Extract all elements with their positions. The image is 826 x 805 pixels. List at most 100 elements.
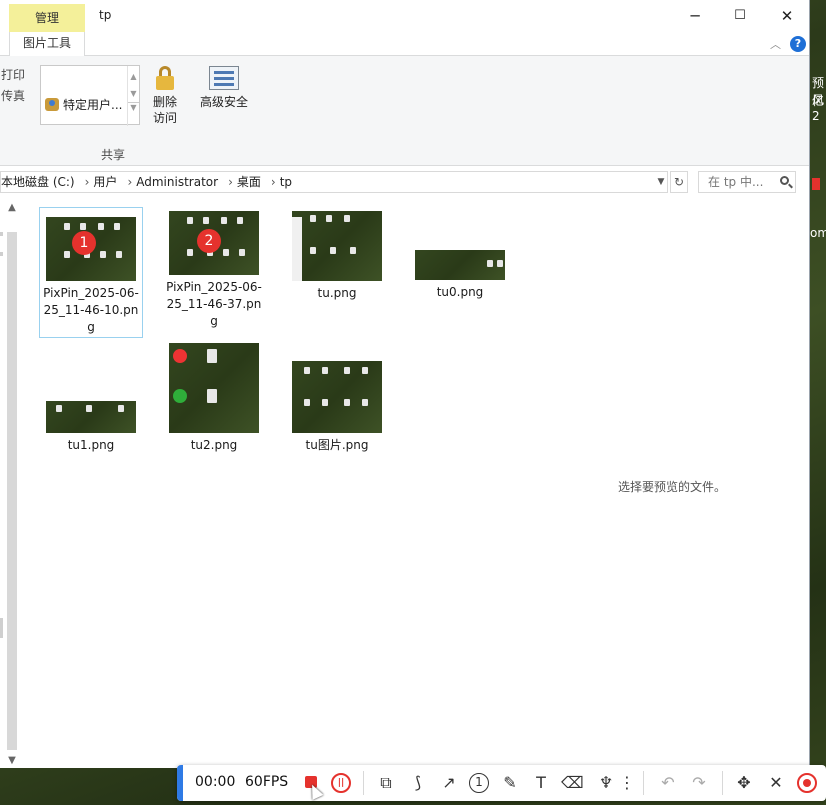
- share-group-label: 共享: [101, 148, 126, 162]
- share-list-scrollbar[interactable]: ▲ ▼ ▼: [127, 66, 139, 126]
- nav-edge-mark: [0, 252, 3, 256]
- nav-edge-mark: [0, 232, 3, 236]
- file-name: tu.png: [317, 286, 357, 300]
- breadcrumb-tp[interactable]: tp: [280, 175, 292, 189]
- search-icon[interactable]: [780, 176, 789, 185]
- chevron-right-icon[interactable]: ›: [228, 175, 233, 189]
- file-item[interactable]: tu0.png: [408, 207, 512, 303]
- desktop-label-2: 亿2: [812, 94, 825, 123]
- number-tool-icon[interactable]: 1: [469, 773, 489, 793]
- file-name: tu图片.png: [305, 438, 369, 452]
- file-name: tu0.png: [436, 285, 484, 299]
- file-list: 1 PixPin_2025-06-25_11-46-10.png 2 PixPi…: [20, 200, 560, 768]
- toolbar-drag-handle[interactable]: [177, 765, 183, 801]
- help-icon[interactable]: ?: [790, 36, 806, 52]
- screen-recorder-toolbar: 00:00 60FPS || ⧉ ⟆ ↗ 1 ✎ T ⌫ ♆ ⋮ ↶ ↷ ✥ ✕: [177, 765, 826, 801]
- explorer-window: 管理 tp ─ ☐ ✕ 图片工具 ︿ ? 打印 传真 特定用户... ▲ ▼ ▼…: [0, 0, 810, 768]
- scroll-up-icon[interactable]: ▲: [4, 202, 20, 213]
- breadcrumb-administrator[interactable]: Administrator: [136, 175, 218, 189]
- preview-pane-message: 选择要预览的文件。: [618, 480, 727, 494]
- file-item[interactable]: tu2.png: [162, 343, 266, 455]
- recording-fps[interactable]: 60FPS: [245, 774, 288, 790]
- maximize-button[interactable]: ☐: [717, 0, 763, 32]
- share-with-list[interactable]: 特定用户... ▲ ▼ ▼: [40, 65, 140, 126]
- navigation-pane-scrollbar[interactable]: ▲ ▼: [4, 200, 20, 768]
- collapse-ribbon-chevron-icon[interactable]: ︿: [770, 36, 781, 52]
- polyline-tool-icon[interactable]: ⟆: [407, 772, 429, 794]
- file-item[interactable]: 2 PixPin_2025-06-25_11-46-37.png: [162, 207, 266, 338]
- remove-access-button[interactable]: 删除 访问: [150, 66, 180, 126]
- address-row: 本地磁盘 (C:) › 用户 › Administrator › 桌面 › tp ▼ ↻ 在 t…: [0, 171, 809, 193]
- highlight-tool-icon[interactable]: ♆: [595, 772, 617, 794]
- chevron-right-icon[interactable]: ›: [271, 175, 276, 189]
- share-list-item[interactable]: 特定用户...: [45, 96, 122, 113]
- breadcrumb-desktop[interactable]: 桌面: [237, 175, 261, 189]
- scrollbar-thumb[interactable]: [7, 232, 17, 750]
- ribbon-body: 打印 传真 特定用户... ▲ ▼ ▼ 删除 访问 高级安全 共享: [0, 56, 809, 166]
- scroll-up-icon[interactable]: ▲: [128, 72, 139, 81]
- shape-tool-icon[interactable]: ⧉: [375, 772, 397, 794]
- share-list-item-label: 特定用户...: [63, 98, 123, 112]
- step-badge-1: 1: [72, 231, 96, 255]
- file-thumbnail: [46, 401, 136, 433]
- ribbon-tab-row: 图片工具 ︿ ?: [0, 32, 809, 56]
- chevron-right-icon[interactable]: ›: [85, 175, 90, 189]
- advanced-security-label: 高级安全: [199, 95, 248, 109]
- address-bar[interactable]: 本地磁盘 (C:) › 用户 › Administrator › 桌面 › tp ▼: [0, 171, 668, 193]
- remove-access-label-line1: 删除: [152, 95, 177, 109]
- desktop-icon-fragment: [812, 178, 820, 190]
- file-name: PixPin_2025-06-25_11-46-10.png: [43, 286, 139, 334]
- close-button[interactable]: ✕: [764, 0, 809, 32]
- chevron-right-icon[interactable]: ›: [127, 175, 132, 189]
- move-icon[interactable]: ✥: [733, 772, 755, 794]
- fax-button[interactable]: 传真: [1, 87, 25, 104]
- people-icon: [45, 98, 59, 111]
- file-name: PixPin_2025-06-25_11-46-37.png: [166, 280, 262, 328]
- file-thumbnail: [415, 250, 505, 280]
- file-thumbnail: 1: [46, 217, 136, 281]
- breadcrumb-users[interactable]: 用户: [93, 175, 117, 189]
- step-badge-2: 2: [197, 229, 221, 253]
- recording-time: 00:00: [195, 774, 236, 790]
- more-options-icon[interactable]: ⋮: [619, 772, 635, 794]
- file-name: tu2.png: [190, 438, 238, 452]
- file-thumbnail: [292, 211, 382, 281]
- title-bar: 管理 tp ─ ☐ ✕: [0, 0, 809, 32]
- pen-tool-icon[interactable]: ✎: [499, 772, 521, 794]
- expand-gallery-icon[interactable]: ▼: [128, 102, 139, 112]
- file-name: tu1.png: [67, 438, 115, 452]
- breadcrumb-drive[interactable]: 本地磁盘 (C:): [1, 175, 75, 189]
- file-item[interactable]: tu图片.png: [285, 343, 389, 455]
- remove-access-label-line2: 访问: [152, 111, 177, 125]
- undo-icon[interactable]: ↶: [657, 772, 679, 794]
- search-placeholder: 在 tp 中...: [708, 175, 764, 189]
- text-tool-icon[interactable]: T: [530, 772, 552, 794]
- scroll-down-icon[interactable]: ▼: [128, 89, 139, 98]
- record-icon[interactable]: [797, 773, 817, 793]
- redo-icon[interactable]: ↷: [688, 772, 710, 794]
- nav-edge-mark: [0, 618, 3, 638]
- lock-icon: [156, 66, 174, 90]
- file-thumbnail: 2: [169, 211, 259, 275]
- file-item[interactable]: tu.png: [285, 207, 389, 303]
- refresh-icon[interactable]: ↻: [670, 171, 688, 193]
- scroll-down-icon[interactable]: ▼: [4, 755, 20, 766]
- print-button[interactable]: 打印: [1, 66, 25, 83]
- file-thumbnail: [169, 343, 259, 433]
- desktop-label-3: om: [810, 226, 826, 240]
- address-history-dropdown-icon[interactable]: ▼: [653, 172, 669, 192]
- file-item[interactable]: tu1.png: [39, 343, 143, 455]
- pause-icon[interactable]: ||: [331, 773, 351, 793]
- picture-tools-manage-tab[interactable]: 管理: [9, 4, 85, 32]
- file-thumbnail: [292, 361, 382, 433]
- window-title: tp: [99, 8, 112, 22]
- search-input[interactable]: 在 tp 中...: [698, 171, 796, 193]
- advanced-security-button[interactable]: 高级安全: [196, 66, 252, 110]
- security-settings-icon: [209, 66, 239, 90]
- picture-tools-label[interactable]: 图片工具: [9, 32, 85, 56]
- close-icon[interactable]: ✕: [765, 772, 787, 794]
- minimize-button[interactable]: ─: [672, 0, 718, 32]
- arrow-tool-icon[interactable]: ↗: [438, 772, 460, 794]
- file-item[interactable]: 1 PixPin_2025-06-25_11-46-10.png: [39, 207, 143, 338]
- eraser-tool-icon[interactable]: ⌫: [561, 772, 584, 794]
